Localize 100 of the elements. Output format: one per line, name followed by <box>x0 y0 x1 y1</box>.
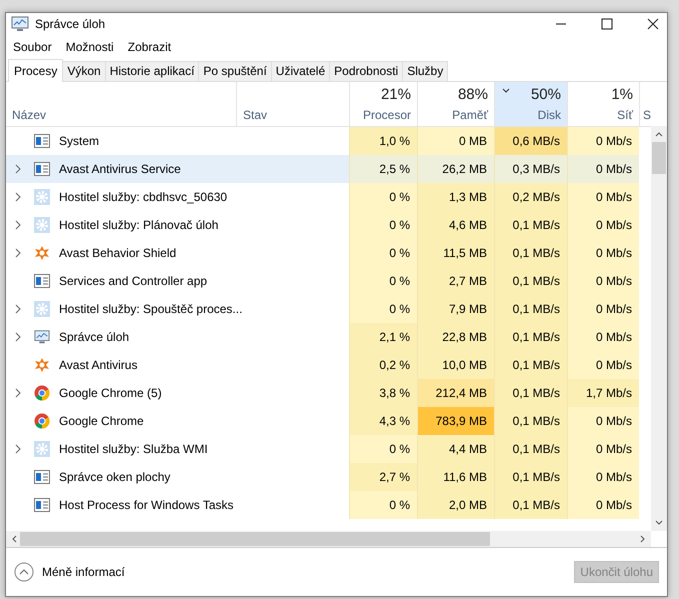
process-name: Host Process for Windows Tasks <box>59 498 234 512</box>
gear-icon <box>34 189 50 205</box>
gear-icon <box>34 301 50 317</box>
column-header[interactable]: Stav <box>236 82 349 126</box>
process-row[interactable]: Hostitel služby: cbdhsvc_50630 0 % 1,3 MB 0,2 MB/s 0 Mb/s <box>6 183 652 211</box>
menu-item[interactable]: Možnosti <box>66 40 114 54</box>
table-cell: 1,0 % <box>349 127 417 155</box>
table-cell: 0 MB <box>417 127 494 155</box>
chevron-icon[interactable] <box>15 220 21 230</box>
column-header[interactable]: Název <box>6 82 236 126</box>
table-cell: 0,1 MB/s <box>494 379 567 407</box>
table-cell: 26,2 MB <box>417 155 494 183</box>
process-row[interactable]: Hostitel služby: Spouštěč proces... 0 % 7,9 MB 0,1 MB/s 0 Mb/s <box>6 295 652 323</box>
table-cell: 0,1 MB/s <box>494 463 567 491</box>
column-header[interactable]: 50% Disk <box>494 82 567 126</box>
process-row[interactable]: Hostitel služby: Plánovač úloh 0 % 4,6 MB 0,1 MB/s 0 Mb/s <box>6 211 652 239</box>
process-name: Hostitel služby: Plánovač úloh <box>59 218 218 232</box>
table-cell: 783,9 MB <box>417 407 494 435</box>
scroll-down-icon[interactable] <box>655 520 664 525</box>
chevron-icon[interactable] <box>15 248 21 258</box>
fewer-details-link[interactable]: Méně informací <box>42 565 125 579</box>
table-cell: 0 Mb/s <box>567 127 639 155</box>
table-cell: 0 Mb/s <box>567 435 639 463</box>
process-row[interactable]: Správce oken plochy 2,7 % 11,6 MB 0,1 MB/s 0 Mb/s <box>6 463 652 491</box>
table-cell: 0 Mb/s <box>567 211 639 239</box>
process-name: Správce oken plochy <box>59 470 170 484</box>
scrollbar-thumb[interactable] <box>20 532 490 546</box>
process-row[interactable]: Host Process for Windows Tasks 0 % 2,0 MB 0,1 MB/s 0 Mb/s <box>6 491 652 519</box>
process-row[interactable]: System 1,0 % 0 MB 0,6 MB/s 0 Mb/s <box>6 127 652 155</box>
scrollbar-thumb[interactable] <box>652 142 666 174</box>
window-title: Správce úloh <box>35 17 106 31</box>
process-row[interactable]: Google Chrome 4,3 % 783,9 MB 0,1 MB/s 0 Mb/s <box>6 407 652 435</box>
table-cell: 0,1 MB/s <box>494 295 567 323</box>
process-name: Hostitel služby: Služba WMI <box>59 442 208 456</box>
window-icon <box>34 498 50 512</box>
window-icon <box>34 134 50 148</box>
chevron-icon[interactable] <box>15 192 21 202</box>
table-cell: 2,1 % <box>349 323 417 351</box>
horizontal-scrollbar[interactable] <box>6 531 651 547</box>
chevron-icon[interactable] <box>15 164 21 174</box>
vertical-scrollbar[interactable] <box>651 126 667 531</box>
table-cell: 0 % <box>349 183 417 211</box>
process-name: System <box>59 134 100 148</box>
column-header[interactable]: 1% Síť <box>567 82 639 126</box>
scroll-up-icon[interactable] <box>655 132 664 137</box>
process-name: Hostitel služby: cbdhsvc_50630 <box>59 190 228 204</box>
table-cell: 1,3 MB <box>417 183 494 211</box>
tab[interactable]: Procesy <box>8 59 64 82</box>
table-cell: 4,4 MB <box>417 435 494 463</box>
table-cell: 0 Mb/s <box>567 267 639 295</box>
chevron-icon[interactable] <box>15 444 21 454</box>
process-row[interactable]: Services and Controller app 0 % 2,7 MB 0,1 MB/s 0 Mb/s <box>6 267 652 295</box>
process-row[interactable]: Google Chrome (5) 3,8 % 212,4 MB 0,1 MB/s 1,7 Mb/s <box>6 379 652 407</box>
table-cell: 0,1 MB/s <box>494 491 567 519</box>
table-cell: 0,6 MB/s <box>494 127 567 155</box>
process-name: Hostitel služby: Spouštěč proces... <box>59 302 242 316</box>
chevron-icon[interactable] <box>15 332 21 342</box>
collapse-icon[interactable] <box>14 562 34 582</box>
process-name: Google Chrome <box>59 414 144 428</box>
table-cell: 0 % <box>349 239 417 267</box>
table-cell: 0,1 MB/s <box>494 211 567 239</box>
chevron-icon[interactable] <box>15 304 21 314</box>
process-name: Avast Antivirus <box>59 358 138 372</box>
table-cell: 0 % <box>349 211 417 239</box>
table-cell: 0 % <box>349 267 417 295</box>
caret-icon <box>502 88 510 93</box>
process-row[interactable]: Avast Behavior Shield 0 % 11,5 MB 0,1 MB/s 0 Mb/s <box>6 239 652 267</box>
gear-icon <box>34 441 50 457</box>
table-cell: 2,0 MB <box>417 491 494 519</box>
table-cell: 0,1 MB/s <box>494 351 567 379</box>
process-name: Google Chrome (5) <box>59 386 162 400</box>
process-row[interactable]: Avast Antivirus 0,2 % 10,0 MB 0,1 MB/s 0 Mb/s <box>6 351 652 379</box>
menu-item[interactable]: Zobrazit <box>128 40 172 54</box>
shield-logo-icon <box>34 357 50 373</box>
menu-item[interactable]: Soubor <box>13 40 52 54</box>
gear-icon <box>34 217 50 233</box>
process-row[interactable]: Správce úloh 2,1 % 22,8 MB 0,1 MB/s 0 Mb/s <box>6 323 652 351</box>
table-cell: 1,7 Mb/s <box>567 379 639 407</box>
tab[interactable]: Podrobnosti <box>329 61 404 81</box>
close-icon[interactable] <box>647 18 659 30</box>
tab[interactable]: Historie aplikací <box>104 61 200 81</box>
table-cell: 0 % <box>349 295 417 323</box>
chevron-icon[interactable] <box>15 388 21 398</box>
column-header[interactable]: S <box>639 82 652 126</box>
scroll-left-icon[interactable] <box>12 535 17 543</box>
table-cell: 4,3 % <box>349 407 417 435</box>
tab[interactable]: Uživatelé <box>270 61 330 81</box>
tab[interactable]: Služby <box>402 61 448 81</box>
table-cell: 0 Mb/s <box>567 351 639 379</box>
table-cell: 2,5 % <box>349 155 417 183</box>
scroll-right-icon[interactable] <box>640 535 645 543</box>
window-icon <box>34 470 50 484</box>
maximize-icon[interactable] <box>601 18 613 30</box>
tab[interactable]: Výkon <box>62 61 106 81</box>
monitor-icon <box>34 329 50 345</box>
table-cell: 2,7 % <box>349 463 417 491</box>
tab[interactable]: Po spuštění <box>198 61 272 81</box>
column-header[interactable]: 21% Procesor <box>349 82 417 126</box>
process-row[interactable]: Hostitel služby: Služba WMI 0 % 4,4 MB 0,1 MB/s 0 Mb/s <box>6 435 652 463</box>
table-cell: 7,9 MB <box>417 295 494 323</box>
